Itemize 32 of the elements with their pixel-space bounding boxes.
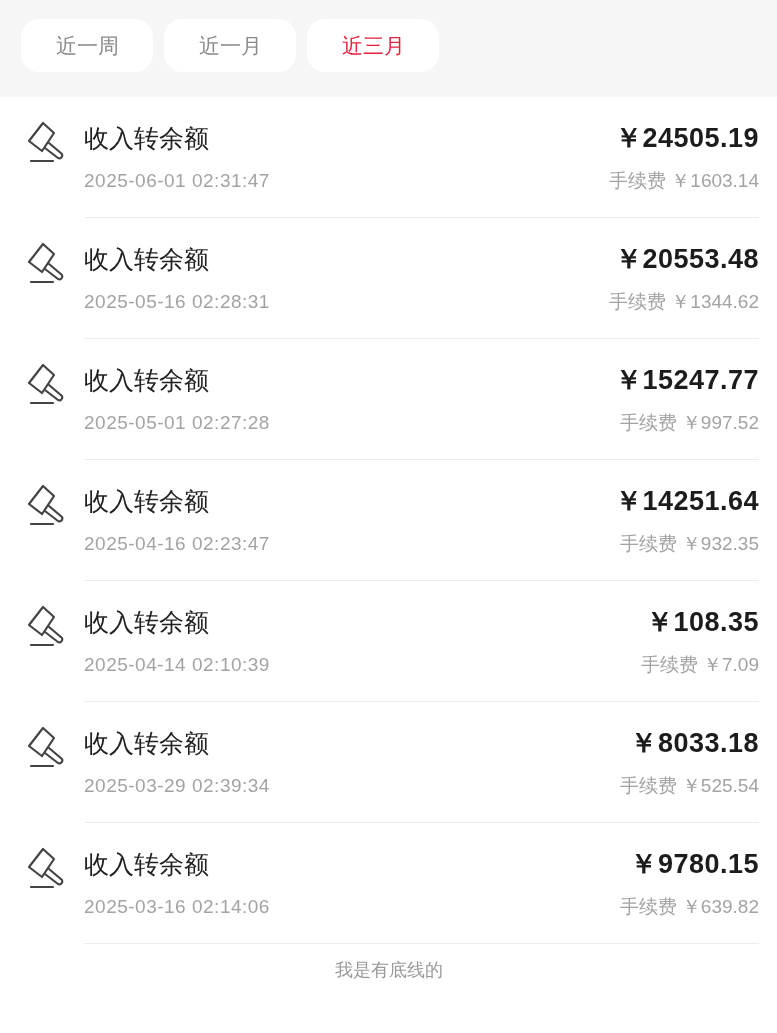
fee-amount: 手续费 ￥639.82 — [619, 895, 759, 919]
record-title: 收入转余额 — [84, 486, 210, 517]
record-title: 收入转余额 — [84, 123, 210, 154]
period-tab[interactable]: 近三月 — [307, 19, 439, 72]
record-time: 2025-06-01 02:31:47 — [84, 169, 271, 193]
record-time: 2025-05-16 02:28:31 — [84, 290, 271, 314]
record-time: 2025-04-14 02:10:39 — [84, 653, 271, 677]
record-title: 收入转余额 — [84, 849, 210, 880]
amount: ￥24505.19 — [613, 122, 759, 155]
amount: ￥15247.77 — [614, 364, 759, 397]
fee-amount: 手续费 ￥997.52 — [618, 411, 759, 435]
period-tab[interactable]: 近一月 — [164, 19, 296, 72]
record-title: 收入转余额 — [84, 607, 210, 638]
record-time: 2025-05-01 02:27:28 — [84, 411, 271, 435]
fee-amount: 手续费 ￥7.09 — [640, 653, 759, 677]
fee-amount: 手续费 ￥1344.62 — [609, 290, 759, 314]
fee-amount: 手续费 ￥1603.14 — [609, 169, 759, 193]
fee-amount: 手续费 ￥932.35 — [618, 532, 759, 556]
amount: ￥8033.18 — [629, 727, 759, 760]
amount: ￥14251.64 — [614, 485, 759, 518]
amount: ￥9780.15 — [629, 848, 759, 881]
record-time: 2025-03-16 02:14:06 — [84, 895, 271, 919]
record-time: 2025-04-16 02:23:47 — [84, 532, 271, 556]
amount: ￥20553.48 — [613, 243, 759, 276]
end-of-list-text: 我是有底线的 — [334, 960, 443, 980]
record-title: 收入转余额 — [84, 728, 210, 759]
amount: ￥108.35 — [644, 606, 759, 639]
record-title: 收入转余额 — [84, 244, 210, 275]
period-tab[interactable]: 近一周 — [21, 19, 153, 72]
record-time: 2025-03-29 02:39:34 — [84, 774, 271, 798]
fee-amount: 手续费 ￥525.54 — [619, 774, 759, 798]
record-title: 收入转余额 — [84, 365, 210, 396]
